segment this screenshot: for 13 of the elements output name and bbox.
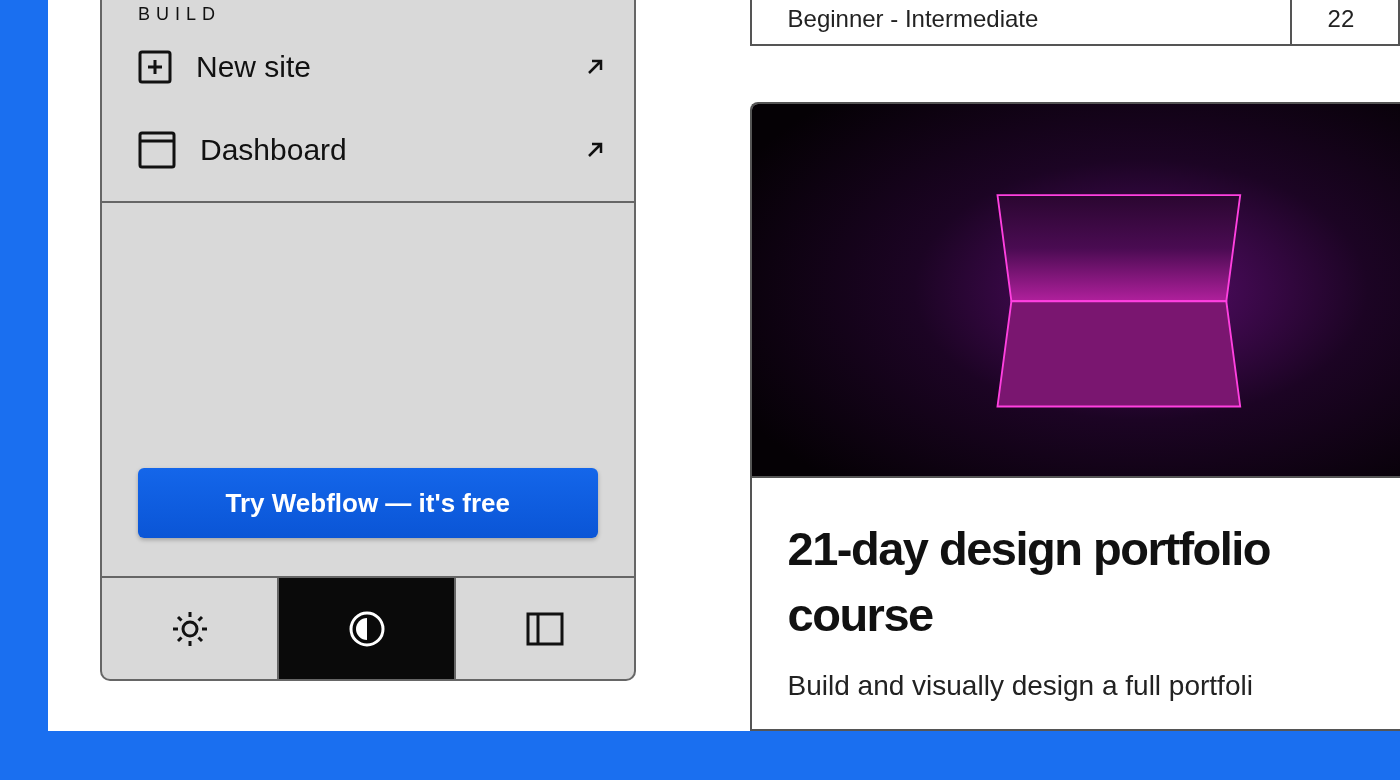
- table-cell-text: 22: [1326, 4, 1356, 34]
- course-description: Build and visually design a full portfoli: [787, 670, 1254, 702]
- theme-option[interactable]: [279, 578, 457, 679]
- table-cell: Beginner - Intermediate: [751, 0, 1292, 44]
- menu-item[interactable]: Dashboard: [102, 108, 634, 191]
- section-label: BUILD: [137, 3, 222, 25]
- try-free-button[interactable]: Try Webflow — it's free: [138, 468, 598, 538]
- menu-item[interactable]: New site: [102, 25, 634, 108]
- window-icon: [138, 130, 176, 169]
- course-title: 21-day design portfolio course: [787, 521, 1272, 643]
- contrast-icon: [347, 609, 386, 648]
- sidebar-layout-icon: [525, 611, 564, 646]
- plus-square-icon: [138, 49, 172, 84]
